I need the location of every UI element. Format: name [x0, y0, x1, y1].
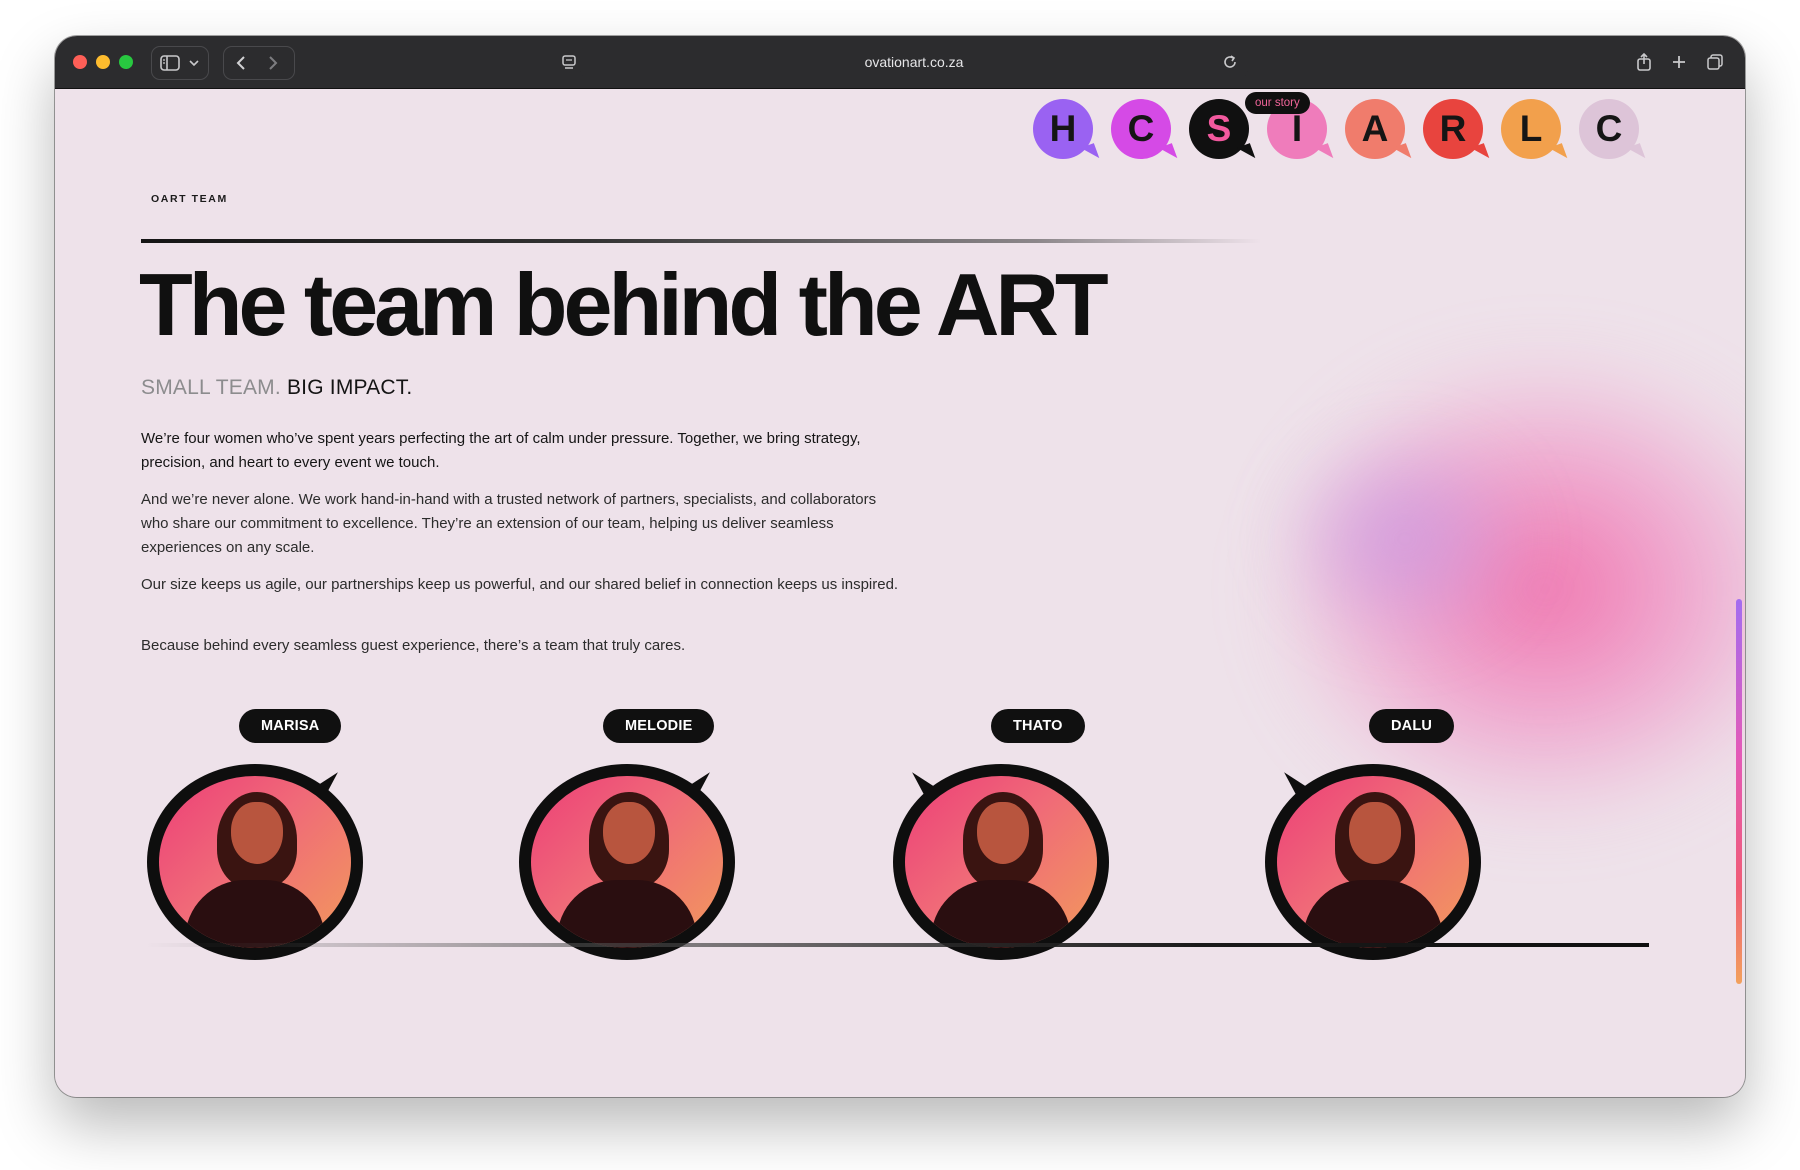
portrait-face: [603, 802, 655, 864]
bubble-tail: [1470, 143, 1490, 163]
closing-paragraph: Because behind every seamless guest expe…: [141, 637, 686, 654]
member-name-tag: MELODIE: [603, 709, 715, 743]
reload-icon[interactable]: [1222, 48, 1238, 76]
portrait-body: [1303, 880, 1443, 948]
agility-paragraph: Our size keeps us agile, our partnership…: [141, 576, 899, 593]
member-photo: [1265, 758, 1481, 960]
intro-paragraph: We’re four women who’ve spent years perf…: [141, 430, 861, 471]
member-portrait: [531, 776, 723, 948]
portrait-body: [185, 880, 325, 948]
network-paragraph: And we’re never alone. We work hand-in-h…: [141, 491, 877, 556]
bubble-tail: [1548, 143, 1568, 163]
nav-bubble-letter: I: [1291, 108, 1303, 149]
member-name-tag: DALU: [1369, 709, 1455, 743]
bubble-tail: [1314, 143, 1334, 163]
page-subtitle: SMALL TEAM. BIG IMPACT.: [141, 376, 412, 400]
team-member-card[interactable]: MARISA: [147, 709, 417, 969]
decorative-gradient-blob-violet: [1275, 429, 1535, 649]
history-nav-group: [223, 46, 295, 80]
share-icon[interactable]: [1635, 48, 1653, 76]
chevron-down-icon: [188, 49, 200, 77]
bubble-tail: [1392, 143, 1412, 163]
page-content: OART TEAM H C S I A R L C our story The …: [55, 89, 1745, 1097]
portrait-face: [1349, 802, 1401, 864]
tab-overview-icon[interactable]: [1706, 48, 1724, 76]
page-menu-icon[interactable]: [560, 48, 578, 76]
nav-bubble-r[interactable]: R: [1423, 99, 1490, 163]
nav-bubble-letter: R: [1439, 108, 1467, 149]
zoom-window-button[interactable]: [119, 55, 133, 69]
nav-bubble-c[interactable]: C: [1111, 99, 1178, 163]
member-photo: [893, 758, 1109, 960]
member-portrait: [159, 776, 351, 948]
nav-bubble-letter: L: [1519, 108, 1543, 149]
nav-bubble-letter: H: [1049, 108, 1077, 149]
team-member-card[interactable]: THATO: [893, 709, 1163, 969]
member-portrait: [905, 776, 1097, 948]
bubble-tail: [1158, 143, 1178, 163]
nav-bubble-letter: S: [1206, 108, 1232, 149]
member-name-tag: THATO: [991, 709, 1085, 743]
page-title: The team behind the ART: [139, 255, 1109, 354]
portrait-face: [977, 802, 1029, 864]
browser-toolbar: ovationart.co.za: [55, 36, 1745, 89]
section-eyebrow: OART TEAM: [151, 193, 228, 205]
close-window-button[interactable]: [73, 55, 87, 69]
address-bar[interactable]: ovationart.co.za: [580, 46, 1248, 78]
nav-bubble-a[interactable]: A: [1345, 99, 1412, 163]
divider-bottom: [145, 943, 1649, 947]
minimize-window-button[interactable]: [96, 55, 110, 69]
new-tab-icon[interactable]: [1671, 48, 1687, 76]
page-scrollbar[interactable]: [1736, 599, 1742, 984]
member-photo: [519, 758, 735, 960]
nav-bubble-letter: C: [1595, 108, 1623, 149]
our-story-tooltip: our story: [1245, 92, 1310, 114]
nav-bubble-c2[interactable]: C: [1579, 99, 1646, 163]
bubble-tail: [1236, 143, 1256, 163]
nav-bubble-h[interactable]: H: [1033, 99, 1100, 163]
browser-window: ovationart.co.za OART TEAM H C S I A R L…: [55, 36, 1745, 1097]
portrait-body: [931, 880, 1071, 948]
team-member-card[interactable]: DALU: [1265, 709, 1535, 969]
subtitle-light: SMALL TEAM.: [141, 376, 281, 399]
portrait-body: [557, 880, 697, 948]
subtitle-dark: BIG IMPACT.: [286, 376, 413, 399]
nav-bubble-letter: A: [1361, 108, 1389, 149]
team-member-card[interactable]: MELODIE: [519, 709, 789, 969]
member-photo: [147, 758, 363, 960]
sidebar-toggle-group[interactable]: [151, 46, 209, 80]
url-text: ovationart.co.za: [864, 54, 964, 70]
back-button[interactable]: [234, 49, 248, 77]
bubble-tail: [1080, 143, 1100, 163]
portrait-face: [231, 802, 283, 864]
nav-bubble-s[interactable]: S: [1189, 99, 1256, 163]
sidebar-icon: [160, 49, 180, 77]
nav-bubble-letter: C: [1127, 108, 1155, 149]
member-portrait: [1277, 776, 1469, 948]
divider-top: [141, 239, 1261, 243]
forward-button[interactable]: [266, 49, 280, 77]
nav-bubble-l[interactable]: L: [1501, 99, 1568, 163]
bubble-tail: [1626, 143, 1646, 163]
member-name-tag: MARISA: [239, 709, 342, 743]
